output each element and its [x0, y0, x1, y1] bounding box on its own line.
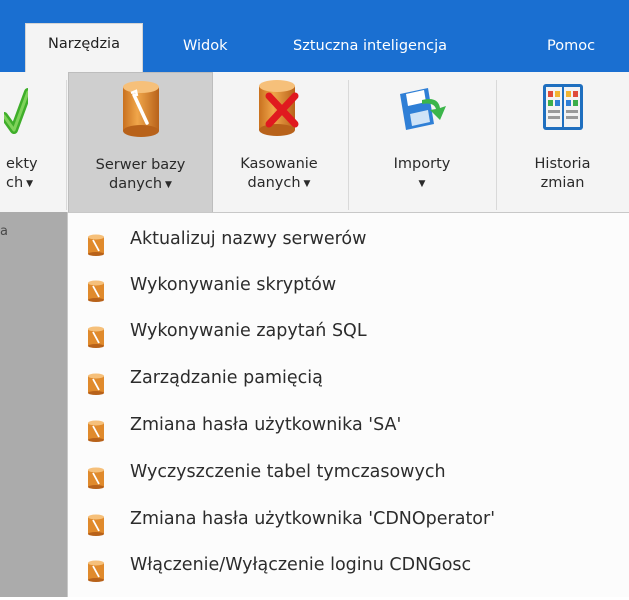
database-wrench-icon [86, 275, 106, 302]
database-wrench-icon [86, 368, 106, 395]
partial-button-label-line2: ch [6, 175, 24, 191]
menu-item-zmiana-hasla-cdnoperator[interactable]: Zmiana hasła użytkownika 'CDNOperator' [68, 497, 628, 542]
database-wrench-icon [86, 229, 106, 256]
menu-item-zmiana-hasla-sa[interactable]: Zmiana hasła użytkownika 'SA' [68, 403, 628, 448]
tab-narzedzia[interactable]: Narzędzia [25, 23, 143, 72]
historia-zmian-button[interactable]: Historia zmian [500, 72, 625, 214]
menu-item-wykonywanie-zapytan-sql[interactable]: Wykonywanie zapytań SQL [68, 309, 628, 354]
import-disk-icon [394, 78, 450, 144]
partial-ribbon-button[interactable]: ekty ch ▼ [0, 72, 62, 214]
database-wrench-icon [86, 555, 106, 582]
serwer-bazy-label-line2: danych [109, 176, 163, 192]
database-wrench-icon [86, 321, 106, 348]
menu-item-label: Wykonywanie skryptów [130, 275, 337, 295]
history-book-icon [540, 78, 586, 144]
historia-label-line2: zmian [540, 175, 585, 191]
serwer-bazy-danych-button[interactable]: Serwer bazy danych ▼ [68, 72, 213, 214]
menu-item-wyczyszczenie-tabel[interactable]: Wyczyszczenie tabel tymczasowych [68, 450, 628, 495]
kasowanie-label-line1: Kasowanie [240, 156, 318, 172]
menu-item-label: Zmiana hasła użytkownika 'SA' [130, 415, 402, 435]
menu-item-label: Wyczyszczenie tabel tymczasowych [130, 462, 446, 482]
kasowanie-danych-button[interactable]: Kasowanie danych ▼ [214, 72, 344, 214]
database-wrench-icon [86, 509, 106, 536]
serwer-bazy-label-line1: Serwer bazy [95, 157, 186, 173]
importy-label: Importy [393, 156, 451, 172]
kasowanie-label-line2: danych [247, 175, 301, 191]
historia-label-line1: Historia [534, 156, 591, 172]
ribbon-separator [66, 80, 67, 210]
dropdown-caret-icon: ▼ [165, 180, 172, 190]
menu-item-label: Aktualizuj nazwy serwerów [130, 229, 367, 249]
dropdown-caret-icon: ▼ [303, 179, 311, 189]
menu-item-zarzadzanie-pamiecia[interactable]: Zarządzanie pamięcią [68, 356, 628, 401]
ribbon-separator [348, 80, 349, 210]
tab-pomoc[interactable]: Pomoc [547, 33, 595, 72]
menu-item-wlaczenie-loginu-cdngosc[interactable]: Włączenie/Wyłączenie loginu CDNGosc [68, 543, 628, 588]
importy-button[interactable]: Importy ▼ [352, 72, 492, 214]
tab-sztuczna-inteligencja[interactable]: Sztuczna inteligencja [293, 33, 447, 72]
menu-item-wykonywanie-skryptow[interactable]: Wykonywanie skryptów [68, 263, 628, 308]
menu-item-label: Włączenie/Wyłączenie loginu CDNGosc [130, 555, 472, 575]
database-wrench-icon [120, 79, 162, 145]
database-wrench-icon [86, 415, 106, 442]
ribbon-tab-bar: Narzędzia Widok Sztuczna inteligencja Po… [0, 0, 629, 72]
tab-widok[interactable]: Widok [183, 33, 228, 72]
database-wrench-icon [86, 462, 106, 489]
dropdown-caret-icon: ▼ [418, 179, 426, 189]
ribbon-separator [496, 80, 497, 210]
ribbon-group-label: a [0, 224, 8, 239]
partial-button-label-line1: ekty [6, 156, 38, 172]
dropdown-caret-icon: ▼ [26, 179, 34, 189]
database-delete-icon [255, 78, 303, 144]
checkmark-icon [0, 78, 32, 144]
menu-item-label: Zmiana hasła użytkownika 'CDNOperator' [130, 509, 496, 529]
menu-item-label: Wykonywanie zapytań SQL [130, 321, 367, 341]
menu-item-aktualizuj-nazwy-serwerow[interactable]: Aktualizuj nazwy serwerów [68, 217, 628, 262]
serwer-bazy-danych-menu: Aktualizuj nazwy serwerów Wykonywanie sk… [67, 212, 629, 597]
workspace-left-strip [0, 212, 68, 597]
menu-item-label: Zarządzanie pamięcią [130, 368, 323, 388]
